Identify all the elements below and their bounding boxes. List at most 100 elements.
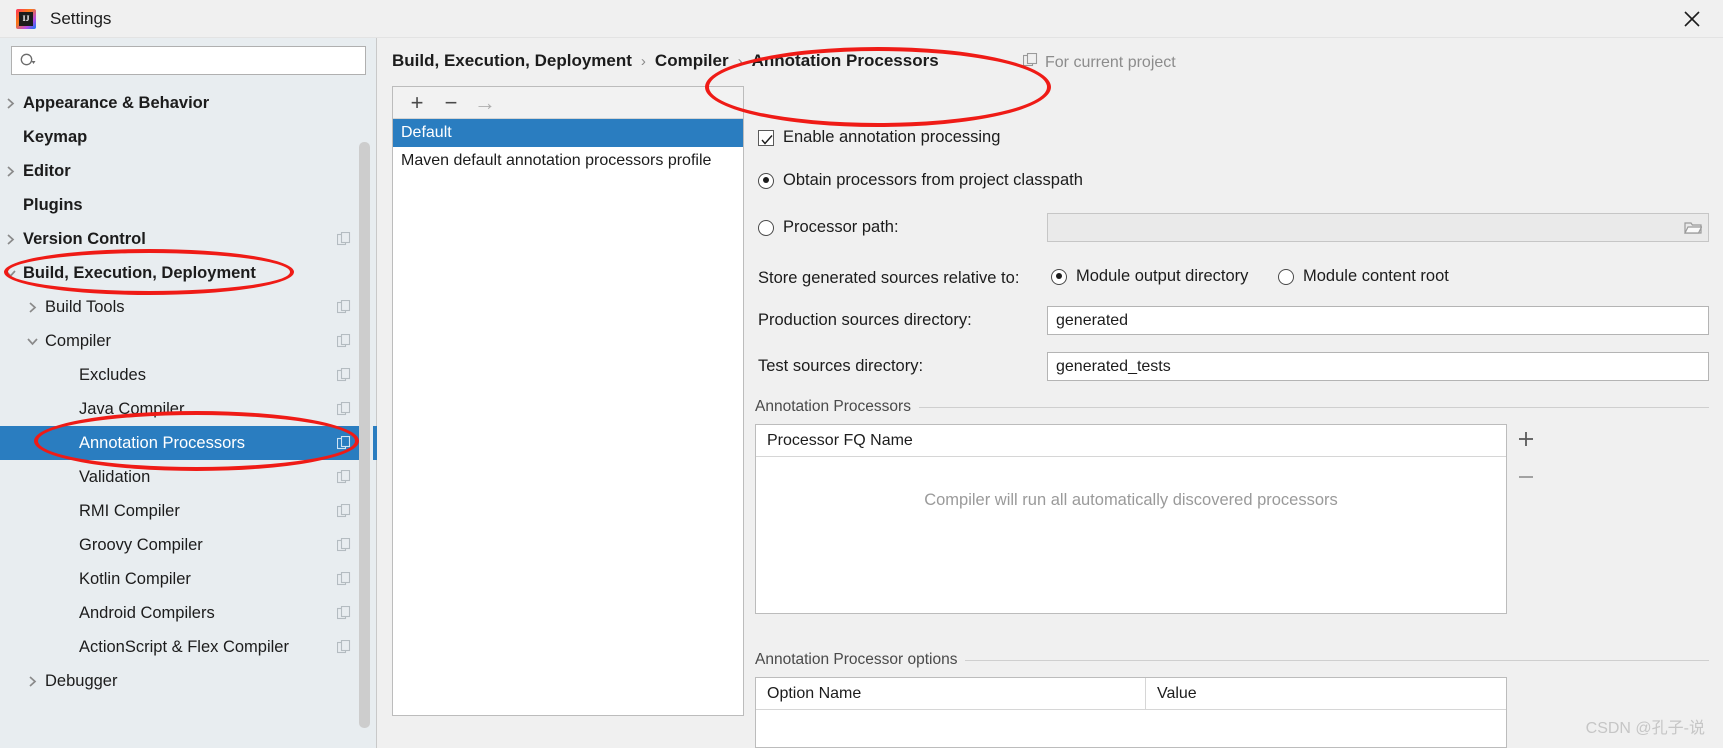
- copy-settings-icon[interactable]: [336, 299, 351, 314]
- sidebar-item-java-compiler[interactable]: Java Compiler: [0, 392, 377, 426]
- sidebar-item-appearance-behavior[interactable]: Appearance & Behavior: [0, 86, 377, 120]
- remove-profile-button[interactable]: −: [439, 90, 463, 115]
- copy-settings-icon[interactable]: [336, 401, 351, 416]
- add-profile-button[interactable]: +: [405, 90, 429, 115]
- sidebar-item-kotlin-compiler[interactable]: Kotlin Compiler: [0, 562, 377, 596]
- sidebar-item-groovy-compiler[interactable]: Groovy Compiler: [0, 528, 377, 562]
- obtain-from-classpath-row[interactable]: Obtain processors from project classpath: [758, 171, 1083, 190]
- content-pane: Build, Execution, Deployment › Compiler › An…: [378, 38, 1723, 748]
- chevron-right-icon[interactable]: [4, 165, 17, 178]
- sidebar-item-excludes[interactable]: Excludes: [0, 358, 377, 392]
- sidebar-item-keymap[interactable]: Keymap: [0, 120, 377, 154]
- chevron-right-icon[interactable]: [4, 97, 17, 110]
- module-output-directory-radio[interactable]: [1051, 268, 1067, 285]
- remove-processor-button[interactable]: [1513, 464, 1539, 490]
- sidebar-item-actionscript-flex-compiler[interactable]: ActionScript & Flex Compiler: [0, 630, 377, 664]
- search-input[interactable]: [37, 48, 365, 73]
- production-sources-input[interactable]: generated: [1047, 306, 1709, 335]
- search-box[interactable]: [11, 46, 366, 75]
- breadcrumb-part[interactable]: Build, Execution, Deployment: [392, 51, 632, 71]
- options-table-header: Option Name Value: [756, 677, 1506, 710]
- sidebar-item-annotation-processors[interactable]: Annotation Processors: [0, 426, 377, 460]
- enable-annotation-processing-checkbox[interactable]: [758, 129, 774, 146]
- sidebar-item-android-compilers[interactable]: Android Compilers: [0, 596, 377, 630]
- copy-settings-icon[interactable]: [336, 435, 351, 450]
- copy-settings-icon[interactable]: [336, 469, 351, 484]
- intellij-idea-icon: IJ: [16, 8, 36, 29]
- profile-list-item[interactable]: Maven default annotation processors prof…: [393, 147, 743, 175]
- sidebar-item-label: Appearance & Behavior: [23, 93, 210, 112]
- tree-no-arrow: [60, 641, 73, 654]
- options-table[interactable]: Option Name Value: [755, 677, 1507, 748]
- sidebar-item-build-tools[interactable]: Build Tools: [0, 290, 377, 324]
- sidebar-item-debugger[interactable]: Debugger: [0, 664, 377, 698]
- chevron-right-icon[interactable]: [26, 675, 39, 688]
- sidebar-item-validation[interactable]: Validation: [0, 460, 377, 494]
- profiles-panel: + − → Default Maven default annotation proc…: [392, 86, 744, 716]
- options-column-name: Option Name: [767, 684, 862, 702]
- add-processor-button[interactable]: [1513, 426, 1539, 452]
- processor-path-row[interactable]: Processor path:: [758, 218, 899, 237]
- module-content-root-radio[interactable]: [1278, 268, 1294, 285]
- processor-path-radio[interactable]: [758, 219, 774, 236]
- copy-settings-icon[interactable]: [336, 231, 351, 246]
- annotation-processors-settings: Enable annotation processing Obtain proc…: [753, 86, 1723, 748]
- test-sources-value: generated_tests: [1056, 357, 1171, 375]
- sidebar-item-label: Android Compilers: [79, 603, 215, 622]
- processor-path-input[interactable]: [1047, 213, 1709, 242]
- tree-no-arrow: [60, 607, 73, 620]
- copy-settings-icon[interactable]: [336, 333, 351, 348]
- breadcrumb-part[interactable]: Compiler: [655, 51, 729, 71]
- profiles-toolbar: + − →: [393, 87, 743, 119]
- breadcrumb: Build, Execution, Deployment › Compiler › An…: [392, 51, 939, 71]
- sidebar-item-label: RMI Compiler: [79, 501, 180, 520]
- tree-no-arrow: [60, 505, 73, 518]
- options-group-divider: [965, 660, 1709, 661]
- copy-settings-icon[interactable]: [336, 571, 351, 586]
- production-sources-label: Production sources directory:: [758, 311, 972, 329]
- module-output-directory-row[interactable]: Module output directory: [1051, 267, 1248, 286]
- processor-path-label: Processor path:: [783, 218, 899, 236]
- sidebar-scrollbar-thumb[interactable]: [359, 142, 370, 728]
- folder-browse-icon[interactable]: [1684, 220, 1703, 236]
- chevron-down-icon[interactable]: [26, 335, 39, 348]
- window-title: Settings: [50, 8, 112, 28]
- close-button[interactable]: [1661, 0, 1723, 38]
- sidebar-item-label: Java Compiler: [79, 399, 185, 418]
- copy-settings-icon[interactable]: [336, 367, 351, 382]
- production-sources-value: generated: [1056, 311, 1129, 329]
- test-sources-input[interactable]: generated_tests: [1047, 352, 1709, 381]
- module-content-root-row[interactable]: Module content root: [1278, 267, 1449, 286]
- sidebar-scrollbar-track[interactable]: [359, 90, 373, 728]
- breadcrumb-separator: ›: [640, 52, 646, 70]
- copy-settings-icon[interactable]: [336, 605, 351, 620]
- sidebar-item-version-control[interactable]: Version Control: [0, 222, 377, 256]
- profile-list-item[interactable]: Default: [393, 119, 743, 147]
- obtain-from-classpath-radio[interactable]: [758, 172, 774, 189]
- chevron-right-icon[interactable]: [26, 301, 39, 314]
- settings-tree: Appearance & Behavior Keymap Editor Plugins…: [0, 86, 377, 748]
- copy-settings-icon[interactable]: [336, 537, 351, 552]
- chevron-right-icon[interactable]: [4, 233, 17, 246]
- tree-no-arrow: [60, 539, 73, 552]
- sidebar-item-rmi-compiler[interactable]: RMI Compiler: [0, 494, 377, 528]
- profiles-list: Default Maven default annotation processo…: [393, 119, 743, 175]
- copy-settings-icon[interactable]: [336, 639, 351, 654]
- scope-label: For current project: [1045, 54, 1176, 71]
- chevron-down-icon[interactable]: [4, 267, 17, 280]
- sidebar: Appearance & Behavior Keymap Editor Plugins…: [0, 38, 377, 748]
- store-generated-label: Store generated sources relative to:: [758, 269, 1020, 287]
- enable-annotation-processing-label: Enable annotation processing: [783, 128, 1001, 146]
- sidebar-item-editor[interactable]: Editor: [0, 154, 377, 188]
- sidebar-item-compiler[interactable]: Compiler: [0, 324, 377, 358]
- sidebar-item-label: Version Control: [23, 229, 146, 248]
- processors-table[interactable]: Processor FQ Name Compiler will run all …: [755, 424, 1507, 614]
- enable-annotation-processing-row[interactable]: Enable annotation processing: [758, 128, 1000, 147]
- scope-indicator: For current project: [1022, 52, 1176, 73]
- move-profile-button[interactable]: →: [473, 90, 497, 115]
- copy-settings-icon[interactable]: [336, 503, 351, 518]
- sidebar-item-plugins[interactable]: Plugins: [0, 188, 377, 222]
- sidebar-item-label: Compiler: [45, 331, 112, 350]
- sidebar-item-build-execution-deployment[interactable]: Build, Execution, Deployment: [0, 256, 377, 290]
- breadcrumb-part[interactable]: Annotation Processors: [752, 51, 939, 71]
